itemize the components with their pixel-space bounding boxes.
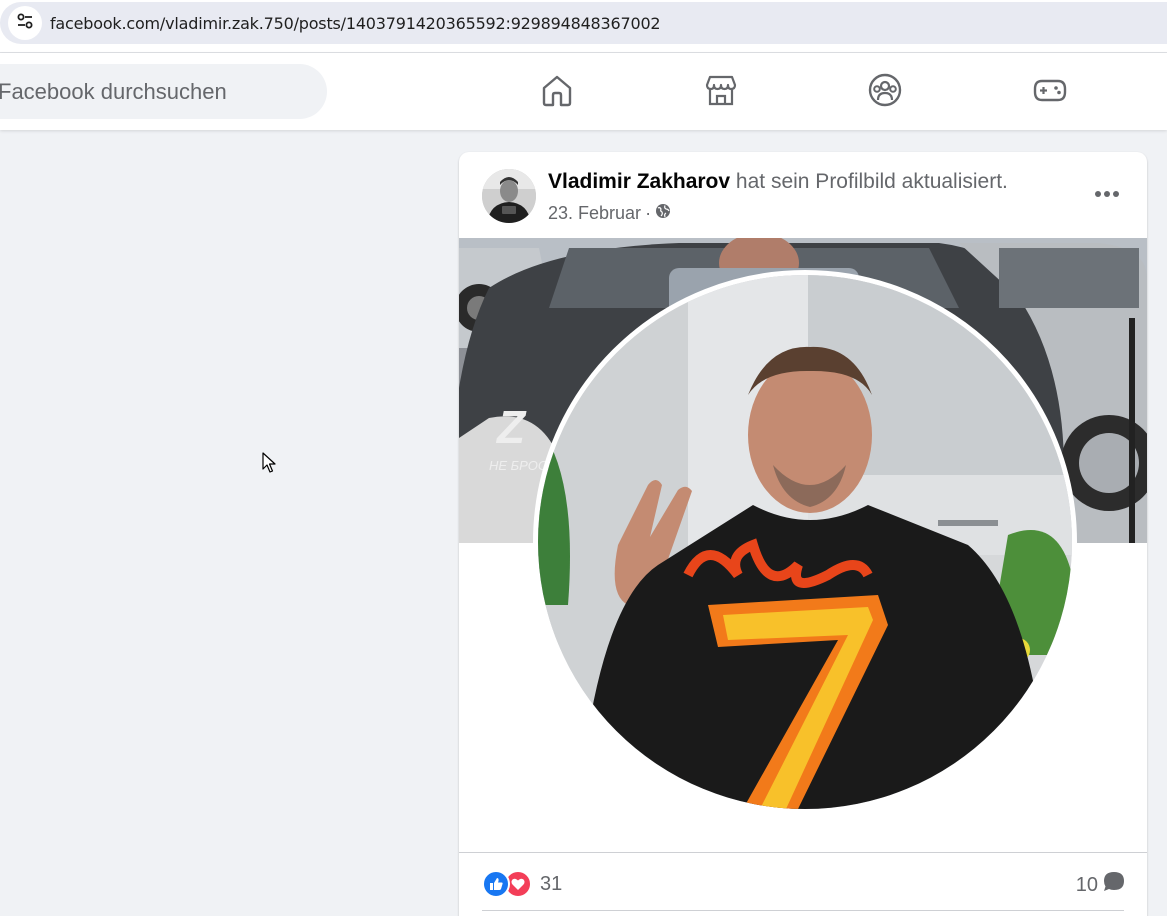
comment-count: 10	[1075, 873, 1098, 896]
actions-divider	[482, 910, 1124, 911]
svg-text:НЕ БРОС: НЕ БРОС	[489, 458, 548, 473]
comment-bubble-icon	[1102, 870, 1126, 900]
globe-icon[interactable]	[655, 203, 671, 224]
post-action-text: hat sein Profilbild aktualisiert.	[735, 170, 1008, 193]
post-divider	[459, 852, 1147, 853]
svg-text:Z: Z	[495, 401, 527, 453]
post-meta: 23. Februar ·	[548, 203, 671, 224]
mouse-cursor-icon	[262, 452, 276, 479]
home-icon	[539, 72, 575, 113]
author-avatar[interactable]	[482, 169, 536, 223]
gaming-icon	[1032, 72, 1068, 113]
search-input[interactable]	[0, 78, 298, 105]
marketplace-icon	[703, 72, 739, 113]
tune-icon	[16, 12, 34, 35]
post-card: Vladimir Zakharov hat sein Profilbild ak…	[459, 152, 1147, 916]
search-box[interactable]	[0, 64, 327, 119]
more-options-button[interactable]	[1087, 174, 1127, 214]
browser-address-bar: facebook.com/vladimir.zak.750/posts/1403…	[0, 0, 1167, 53]
like-icon	[482, 870, 510, 898]
groups-icon	[867, 72, 903, 113]
author-name[interactable]: Vladimir Zakharov	[548, 170, 730, 193]
reactions-summary[interactable]: 31	[482, 870, 562, 898]
meta-separator: ·	[645, 203, 652, 223]
post-headline: Vladimir Zakharov hat sein Profilbild ak…	[548, 170, 1008, 194]
reaction-count: 31	[540, 872, 563, 895]
nav-home-button[interactable]	[534, 69, 580, 115]
profile-picture[interactable]	[533, 270, 1077, 814]
comments-summary[interactable]: 10	[1076, 870, 1126, 900]
nav-gaming-button[interactable]	[1027, 69, 1073, 115]
more-options-icon	[1094, 185, 1120, 203]
url-text[interactable]: facebook.com/vladimir.zak.750/posts/1403…	[50, 14, 661, 33]
post-date[interactable]: 23. Februar	[548, 203, 641, 224]
url-field[interactable]: facebook.com/vladimir.zak.750/posts/1403…	[0, 2, 1167, 44]
nav-groups-button[interactable]	[862, 69, 908, 115]
nav-marketplace-button[interactable]	[698, 69, 744, 115]
site-info-button[interactable]	[8, 6, 42, 40]
facebook-top-bar	[0, 53, 1167, 130]
